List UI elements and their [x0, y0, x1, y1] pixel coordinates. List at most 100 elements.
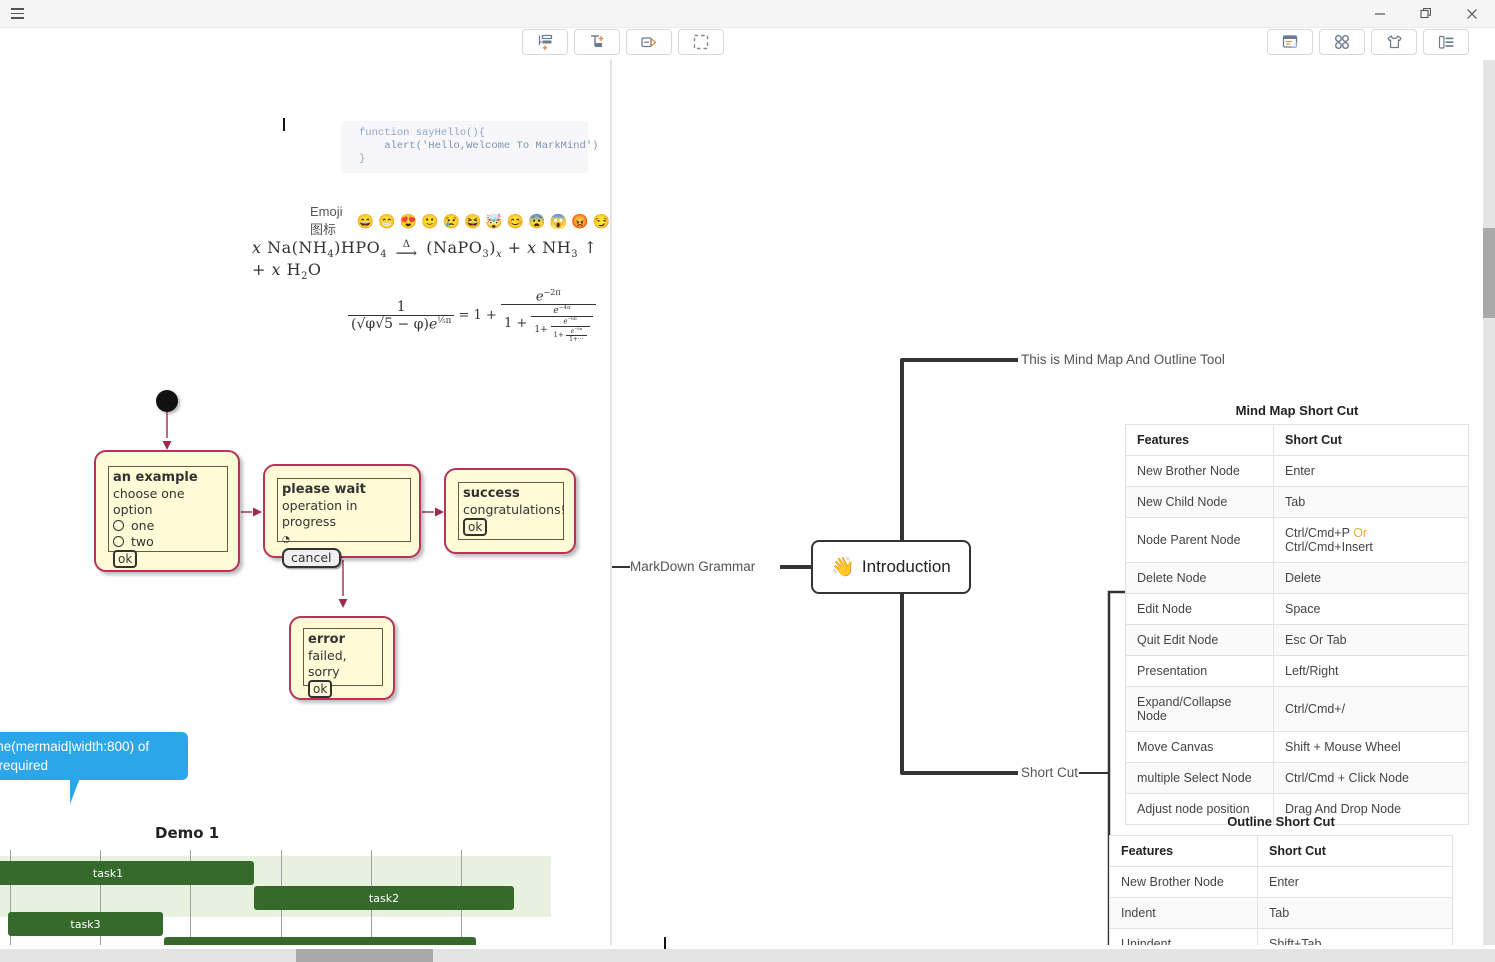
table-row: Move Canvas Shift + Mouse Wheel	[1125, 731, 1469, 763]
radio-two-icon[interactable]	[113, 536, 124, 547]
mindmap-pane[interactable]: 👋 Introduction This is Mind Map And Outl…	[612, 60, 1495, 945]
horizontal-scrollbar-thumb[interactable]	[296, 949, 433, 962]
cell-shortcut: Shift+Tab	[1257, 928, 1453, 945]
table-row: Node Parent Node Ctrl/Cmd+P Or Ctrl/Cmd+…	[1125, 517, 1469, 563]
title-bar	[0, 0, 1495, 28]
gantt-bar-task4[interactable]: task4	[164, 937, 476, 945]
maximize-button[interactable]	[1403, 0, 1449, 28]
cell-feature: New Brother Node	[1109, 866, 1258, 898]
cell-shortcut: Space	[1273, 593, 1469, 625]
cell-feature: New Child Node	[1125, 486, 1274, 518]
state-title-success: success	[463, 486, 520, 501]
mindmap-root-node[interactable]: 👋 Introduction	[811, 540, 971, 594]
add-sibling-node-icon	[538, 34, 552, 50]
toolbar-right-group	[1267, 29, 1469, 55]
ok-button-error[interactable]: ok	[308, 680, 333, 698]
gantt-bar-label-task4: task4	[305, 943, 335, 946]
text-caret	[664, 937, 666, 949]
mermaid-tooltip: st line(mermaid|width:800) of not requir…	[0, 732, 188, 780]
vertical-scrollbar-thumb[interactable]	[1483, 228, 1495, 318]
table-row: New Brother Node Enter	[1125, 455, 1469, 487]
emoji-line: Emoji 图标 😄 😁 😍 🙂 😢 😆 🤯 😊 😨 😱 😡 😏	[310, 204, 610, 238]
state-start-node	[156, 390, 178, 412]
close-button[interactable]	[1449, 0, 1495, 28]
state-node-success[interactable]: success congratulations! ok	[444, 468, 576, 554]
header-features: Features	[1125, 424, 1274, 456]
gantt-chart: Demo 1 task1 task2 task3 task4 4-01- 201…	[0, 815, 610, 945]
emoji-1: 😁	[378, 213, 396, 229]
vertical-scrollbar[interactable]	[1483, 60, 1495, 945]
emoji-0: 😄	[356, 213, 375, 229]
gantt-bar-label-task3: task3	[70, 917, 101, 931]
cell-feature: Delete Node	[1125, 562, 1274, 594]
state-option-one: one	[131, 518, 155, 533]
insert-child-node-button[interactable]	[574, 29, 620, 55]
table-row: Presentation Left/Right	[1125, 655, 1469, 687]
tooltip-tail	[70, 778, 80, 804]
cell-shortcut: Esc Or Tab	[1273, 624, 1469, 656]
table-row: Indent Tab	[1109, 897, 1453, 929]
emoji-3: 🙂	[421, 213, 439, 229]
emoji-6: 🤯	[485, 213, 503, 229]
insert-node-button[interactable]	[522, 29, 568, 55]
table-header-row: Features Short Cut	[1125, 424, 1469, 456]
note-view-button[interactable]	[1267, 29, 1313, 55]
outline-short-cut-table[interactable]: Outline Short Cut Features Short Cut New…	[1109, 814, 1453, 945]
layout-grid-button[interactable]	[1319, 29, 1365, 55]
branch-this-is-mind-map[interactable]: This is Mind Map And Outline Tool	[1021, 352, 1225, 367]
radio-one-icon[interactable]	[113, 520, 124, 531]
emoji-4: 😢	[442, 213, 460, 229]
markdown-editor-pane[interactable]: function sayHello(){ alert('Hello,Welcom…	[0, 60, 610, 945]
emoji-9: 😱	[549, 213, 568, 229]
select-region-button[interactable]	[678, 29, 724, 55]
cell-shortcut: Shift + Mouse Wheel	[1273, 731, 1469, 763]
editor-text-caret	[283, 118, 285, 131]
cell-shortcut: Enter	[1273, 455, 1469, 487]
theme-button[interactable]	[1371, 29, 1417, 55]
cell-feature: Unindent	[1109, 928, 1258, 945]
state-option-two: two	[131, 534, 154, 549]
marquee-select-icon	[693, 34, 709, 50]
minimize-button[interactable]	[1357, 0, 1403, 28]
mind-map-short-cut-title: Mind Map Short Cut	[1235, 403, 1359, 418]
ok-button-an-example[interactable]: ok	[113, 550, 138, 568]
branch-short-cut[interactable]: Short Cut	[1021, 765, 1078, 780]
grid-icon	[1335, 35, 1349, 49]
cell-feature: Presentation	[1125, 655, 1274, 687]
state-node-an-example[interactable]: an example choose one option one two ok	[94, 450, 240, 572]
gantt-bar-task3[interactable]: task3	[8, 912, 163, 936]
state-body-please-wait: operation in progress	[282, 498, 358, 529]
gantt-title: Demo 1	[155, 824, 220, 842]
state-body-error: failed, sorry	[308, 648, 347, 679]
ok-button-success[interactable]: ok	[463, 518, 488, 536]
toolbar	[0, 28, 1495, 60]
collapse-node-button[interactable]	[626, 29, 672, 55]
mind-map-short-cut-table[interactable]: Mind Map Short Cut Features Short Cut Ne…	[1125, 403, 1469, 825]
toolbar-left-group	[522, 29, 724, 55]
state-node-error[interactable]: error failed, sorry ok	[289, 616, 395, 700]
code-block[interactable]: function sayHello(){ alert('Hello,Welcom…	[341, 121, 598, 173]
outline-view-button[interactable]	[1423, 29, 1469, 55]
outline-short-cut-title: Outline Short Cut	[1227, 814, 1335, 829]
horizontal-scrollbar[interactable]	[0, 949, 1495, 962]
hamburger-menu-icon[interactable]	[0, 0, 34, 28]
cell-shortcut: Ctrl/Cmd+P Or Ctrl/Cmd+Insert	[1273, 517, 1469, 563]
state-node-please-wait[interactable]: please wait operation in progress ◔ canc…	[263, 464, 421, 568]
table-row: New Brother Node Enter	[1109, 866, 1453, 898]
gantt-bar-task1[interactable]: task1	[0, 861, 254, 885]
cell-shortcut: Enter	[1257, 866, 1453, 898]
emoji-5: 😆	[463, 213, 482, 229]
cell-feature: Quit Edit Node	[1125, 624, 1274, 656]
emoji-10: 😡	[571, 213, 589, 229]
header-features: Features	[1109, 835, 1258, 867]
emoji-8: 😨	[528, 213, 546, 229]
table-row: Quit Edit Node Esc Or Tab	[1125, 624, 1469, 656]
branch-markdown-grammar[interactable]: MarkDown Grammar	[630, 559, 755, 574]
add-child-node-icon	[590, 34, 603, 47]
mindmap-root-label: Introduction	[861, 557, 951, 576]
cancel-button-please-wait[interactable]: cancel	[282, 548, 341, 568]
gantt-bar-task2[interactable]: task2	[254, 886, 514, 910]
state-body-an-example: choose one option	[113, 486, 185, 517]
cell-feature: Edit Node	[1125, 593, 1274, 625]
code-line-3: }	[359, 153, 366, 165]
